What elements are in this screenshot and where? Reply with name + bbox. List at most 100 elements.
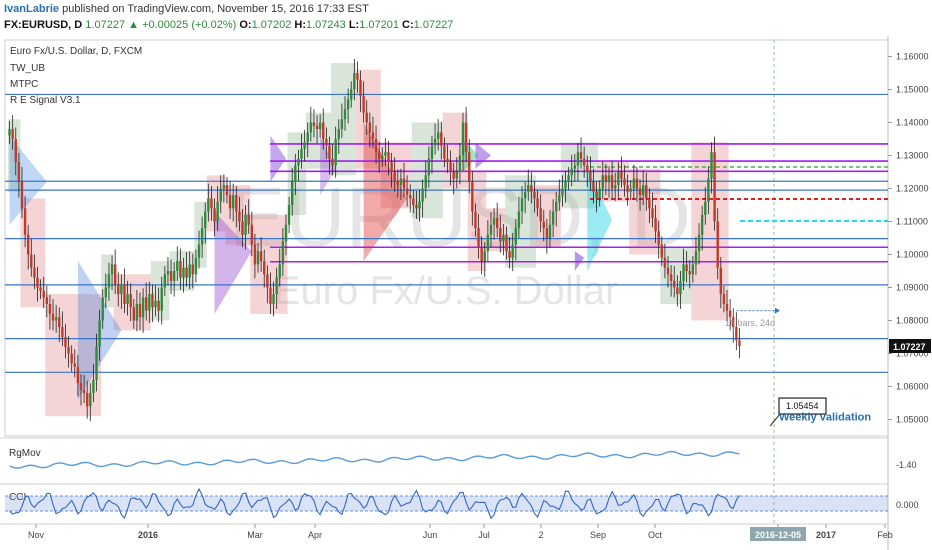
candle-body: [673, 280, 676, 288]
range-box: [486, 208, 505, 252]
candle-body: [179, 261, 182, 278]
candle-body: [334, 139, 337, 166]
cci-tick-label: 0.000: [896, 500, 919, 510]
candle-body: [104, 287, 108, 298]
candle-body: [520, 198, 524, 212]
candle-body: [132, 307, 135, 321]
range-box: [287, 132, 307, 215]
candle-body: [197, 244, 201, 258]
candle-body: [704, 201, 707, 215]
candle-body: [682, 264, 685, 281]
candle-body: [259, 251, 263, 262]
indicator-legend-signal[interactable]: R E Signal V3.1: [10, 95, 81, 106]
candle-body: [629, 188, 632, 192]
candle-body: [266, 274, 269, 288]
candle-body: [396, 181, 399, 186]
candle-body: [154, 300, 157, 308]
candle-body: [207, 198, 210, 212]
candle-body: [595, 191, 598, 199]
candle-body: [188, 264, 191, 278]
candle-body: [253, 244, 257, 265]
weekly-validation-label: Weekly validation: [779, 411, 871, 423]
candle-body: [480, 247, 483, 262]
candle-body: [222, 185, 226, 189]
candle-body: [185, 267, 188, 278]
candle-body: [54, 317, 58, 321]
candle-body: [368, 122, 372, 133]
publish-line: IvanLabrie published on TradingView.com,…: [4, 3, 369, 15]
candle-body: [48, 304, 52, 314]
candle-body: [281, 241, 285, 265]
indicator-legend-tw-ub[interactable]: TW_UB: [10, 63, 45, 74]
candle-body: [157, 300, 160, 311]
candle-body: [225, 185, 229, 196]
candle-body: [8, 129, 11, 136]
x-tick-label: Jul: [478, 530, 490, 540]
rgmov-pane-label[interactable]: RgMov: [9, 448, 41, 459]
candle-body: [82, 389, 86, 394]
author-link[interactable]: IvanLabrie: [4, 3, 59, 15]
candle-body: [231, 195, 235, 209]
candle-body: [120, 284, 123, 295]
publish-info: published on TradingView.com, November 1…: [62, 3, 369, 15]
candle-body: [148, 294, 151, 311]
candle-body: [166, 271, 170, 275]
candle-body: [489, 224, 493, 235]
candle-body: [517, 211, 521, 229]
x-tick-label: 2017: [816, 530, 836, 540]
open-value: 1.07202: [251, 19, 292, 31]
candle-body: [548, 224, 552, 238]
candle-body: [278, 264, 281, 278]
candle-body: [458, 155, 462, 172]
x-tick-label: Feb: [877, 530, 893, 540]
y-tick-label: 1.11000: [896, 217, 928, 227]
candle-body: [468, 152, 471, 182]
price-chart[interactable]: EURUSD, D Euro Fx/U.S. Dollar 16 bars, 2…: [0, 36, 932, 550]
up-arrow-icon: ▲: [128, 19, 140, 31]
candle-body: [635, 178, 639, 189]
candle-body: [76, 366, 80, 384]
candle-body: [182, 267, 185, 278]
candle-body: [455, 172, 459, 179]
y-tick-label: 1.10000: [896, 250, 929, 260]
candle-body: [113, 264, 117, 285]
candle-body: [598, 188, 601, 199]
candle-body: [45, 297, 49, 304]
candle-body: [567, 175, 570, 182]
candle-body: [250, 224, 254, 245]
candle-body: [632, 178, 636, 189]
candle-body: [614, 185, 617, 189]
instrument-legend: Euro Fx/U.S. Dollar, D, FXCM: [10, 46, 142, 57]
candle-body: [70, 353, 73, 364]
candle-body: [669, 274, 673, 281]
close-label: C:: [402, 19, 414, 31]
candle-body: [436, 132, 440, 139]
candle-body: [492, 218, 496, 225]
candle-body: [700, 214, 704, 235]
candle-body: [573, 165, 577, 169]
candle-body: [362, 96, 365, 113]
candle-body: [11, 129, 14, 139]
candle-body: [604, 175, 608, 182]
candle-body: [719, 267, 723, 295]
candle-body: [359, 79, 362, 97]
y-tick-label: 1.13000: [896, 151, 929, 161]
candle-body: [651, 208, 654, 219]
candle-body: [51, 313, 55, 321]
indicator-legend-mtpc[interactable]: MTPC: [10, 79, 38, 90]
candle-body: [64, 337, 67, 347]
candle-body: [471, 181, 474, 212]
y-tick-label: 1.12000: [896, 184, 929, 194]
candle-body: [200, 228, 204, 245]
candle-body: [716, 221, 719, 268]
candle-body: [241, 221, 244, 235]
candle-body: [169, 271, 173, 281]
candle-body: [393, 172, 396, 182]
candle-body: [350, 89, 353, 100]
candle-body: [356, 73, 359, 80]
candle-body: [228, 195, 232, 209]
candle-body: [325, 139, 328, 146]
candle-body: [219, 188, 222, 202]
candle-body: [290, 181, 294, 205]
candle-body: [371, 132, 375, 139]
